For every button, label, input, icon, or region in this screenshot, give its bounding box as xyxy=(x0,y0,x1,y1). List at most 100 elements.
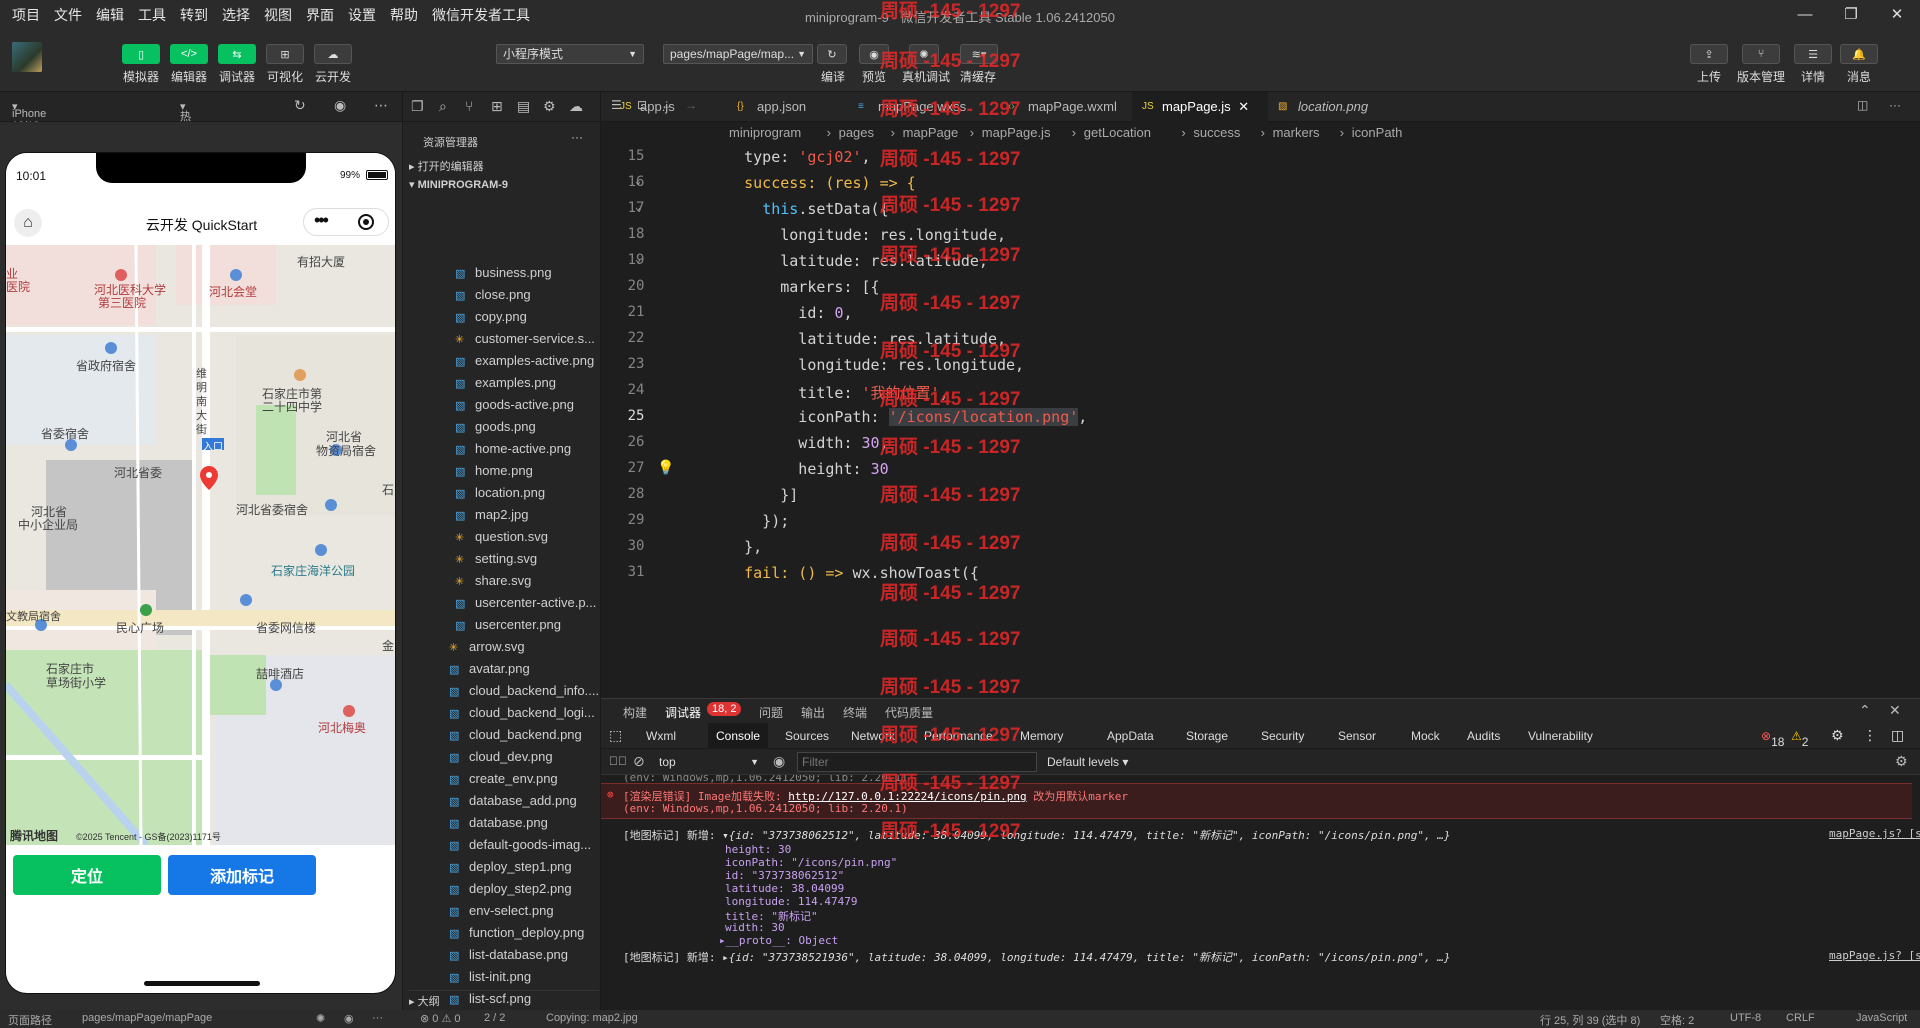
file-item[interactable]: ▧ examples-active.png xyxy=(455,350,594,372)
record-icon[interactable]: ◉ xyxy=(334,97,346,114)
file-item[interactable]: ▧ copy.png xyxy=(455,306,527,328)
more-icon[interactable]: ··· xyxy=(372,1012,383,1024)
clear-console-icon[interactable]: ⊘ xyxy=(633,753,645,770)
close-tab-icon[interactable]: ✕ xyxy=(1235,99,1249,114)
add-marker-button[interactable]: 添加标记 xyxy=(168,855,316,895)
cursor-position[interactable]: 行 25, 列 39 (选中 8) xyxy=(1540,1012,1640,1028)
close-mini-icon[interactable] xyxy=(358,214,374,230)
file-item[interactable]: ▧ examples.png xyxy=(455,372,556,394)
extensions-icon[interactable]: ⊞ xyxy=(491,98,503,115)
device-select[interactable]: iPhone 12/13 (Pro) 100% 16 ▾ xyxy=(12,100,46,168)
breadcrumb-item[interactable]: mapPage xyxy=(903,122,959,144)
menu-item[interactable]: 帮助 xyxy=(383,5,425,25)
file-item[interactable]: ▧ close.png xyxy=(455,284,531,306)
visual-button[interactable]: ⊞ xyxy=(266,44,304,64)
devtools-tab-performance[interactable]: Performance xyxy=(924,729,993,743)
hotreload-toggle[interactable]: 热重载 开 ▾ xyxy=(180,100,191,171)
remote-debug-button[interactable]: ✺ xyxy=(909,44,939,64)
object-property[interactable]: ▸__proto__: Object xyxy=(719,934,838,947)
clear-cache-button[interactable]: ≋▾ xyxy=(960,44,998,64)
context-select[interactable]: top ▼ xyxy=(653,752,763,772)
settings-icon[interactable]: ⚙ xyxy=(543,98,556,115)
cloud-func-icon[interactable]: ☁ xyxy=(569,98,583,115)
collapse-icon[interactable]: ⌃ xyxy=(1859,702,1871,719)
tab-mapPage-wxss[interactable]: ≡ mapPage.wxss xyxy=(848,92,998,122)
menu-item[interactable]: 微信开发者工具 xyxy=(425,5,537,25)
file-item[interactable]: ▧ create_env.png xyxy=(449,768,558,790)
tab-app-js[interactable]: JS app.js xyxy=(610,92,727,122)
eol[interactable]: CRLF xyxy=(1786,1012,1815,1024)
menu-item[interactable]: 文件 xyxy=(47,5,89,25)
file-item[interactable]: ▧ usercenter-active.p... xyxy=(455,592,596,614)
devtools-tab-security[interactable]: Security xyxy=(1261,729,1304,743)
page-select[interactable]: pages/mapPage/map... ▼ xyxy=(663,44,813,64)
menu-item[interactable]: 视图 xyxy=(257,5,299,25)
file-item[interactable]: ▧ list-database.png xyxy=(449,944,568,966)
breadcrumb-item[interactable]: pages xyxy=(839,122,874,144)
fold-icon[interactable]: ⌄ xyxy=(635,176,641,187)
file-item[interactable]: ▧ cloud_backend_info.... xyxy=(449,680,599,702)
breadcrumb-item[interactable]: iconPath xyxy=(1352,122,1403,144)
devtools-tab-vulnerability[interactable]: Vulnerability xyxy=(1528,729,1593,743)
menu-item[interactable]: 编辑 xyxy=(89,5,131,25)
search-icon[interactable]: ⌕ xyxy=(439,98,447,115)
sidebar-toggle-icon[interactable]: ▸⃞ xyxy=(609,754,627,768)
language-mode[interactable]: JavaScript xyxy=(1856,1012,1907,1024)
file-item[interactable]: ▧ deploy_step1.png xyxy=(449,856,572,878)
close-icon[interactable]: ✕ xyxy=(1889,702,1901,719)
tab-build[interactable]: 构建 xyxy=(623,704,647,721)
tab-code-quality[interactable]: 代码质量 xyxy=(885,704,933,721)
gear-icon[interactable]: ⚙ xyxy=(1831,727,1844,744)
cloud-button[interactable]: ☁ xyxy=(314,44,352,64)
file-item[interactable]: ✳ share.svg xyxy=(455,570,531,592)
file-item[interactable]: ▧ database.png xyxy=(449,812,548,834)
split-editor-icon[interactable]: ◫ xyxy=(1857,98,1868,112)
debugger-toggle-button[interactable]: ⇆ xyxy=(218,44,256,64)
editor-toggle-button[interactable]: </> xyxy=(170,44,208,64)
tab-mapPage-js[interactable]: JS mapPage.js ✕ xyxy=(1132,92,1268,122)
maximize-icon[interactable]: ❐ xyxy=(1828,0,1874,30)
file-item[interactable]: ▧ home-active.png xyxy=(455,438,571,460)
database-icon[interactable]: ▤ xyxy=(517,98,530,115)
devtools-tab-appdata[interactable]: AppData xyxy=(1107,729,1154,743)
version-button[interactable]: ⑂ xyxy=(1742,44,1780,64)
encoding[interactable]: UTF-8 xyxy=(1730,1012,1761,1024)
file-item[interactable]: ✳ customer-service.s... xyxy=(455,328,595,350)
close-icon[interactable]: ✕ xyxy=(1874,0,1920,30)
tab-debugger[interactable]: 调试器 xyxy=(665,704,701,721)
log-levels-select[interactable]: Default levels ▾ xyxy=(1047,755,1128,769)
file-item[interactable]: ▧ location.png xyxy=(455,482,545,504)
kebab-icon[interactable]: ⋮ xyxy=(1863,727,1877,744)
devtools-tab-wxml[interactable]: Wxml xyxy=(646,729,676,743)
file-item[interactable]: ▧ cloud_backend.png xyxy=(449,724,582,746)
tab-terminal[interactable]: 终端 xyxy=(843,704,867,721)
breadcrumb-item[interactable]: mapPage.js xyxy=(982,122,1051,144)
more-dots-icon[interactable]: ••• xyxy=(314,210,329,231)
file-item[interactable]: ▧ home.png xyxy=(455,460,533,482)
outline-section[interactable]: ▸ 大纲 xyxy=(409,990,599,1012)
compile-button[interactable]: ↻ xyxy=(817,44,847,64)
eye-icon[interactable]: ◉ xyxy=(773,753,785,770)
menu-item[interactable]: 转到 xyxy=(173,5,215,25)
project-section[interactable]: ▾ MINIPROGRAM-9 xyxy=(409,174,508,196)
more-icon[interactable]: ··· xyxy=(571,130,583,144)
log-object[interactable]: ▸{id: "373738521936", latitude: 38.04099… xyxy=(722,951,1450,964)
file-item[interactable]: ▧ cloud_dev.png xyxy=(449,746,553,768)
breadcrumb-item[interactable]: success xyxy=(1193,122,1240,144)
file-item[interactable]: ✳ question.svg xyxy=(455,526,548,548)
devtools-tab-mock[interactable]: Mock xyxy=(1411,729,1440,743)
problems-count[interactable]: ⊗ 0 ⚠ 0 xyxy=(420,1012,460,1025)
menu-item[interactable]: 设置 xyxy=(341,5,383,25)
locate-button[interactable]: 定位 xyxy=(13,855,161,895)
file-item[interactable]: ✳ setting.svg xyxy=(455,548,537,570)
file-item[interactable]: ▧ goods-active.png xyxy=(455,394,574,416)
messages-button[interactable]: 🔔 xyxy=(1840,44,1878,64)
file-item[interactable]: ▧ env-select.png xyxy=(449,900,554,922)
upload-button[interactable]: ⇪ xyxy=(1690,44,1728,64)
minimize-icon[interactable]: — xyxy=(1782,0,1828,30)
devtools-tab-console[interactable]: Console xyxy=(708,723,769,749)
breadcrumb-item[interactable]: getLocation xyxy=(1084,122,1151,144)
fold-icon[interactable]: ⌄ xyxy=(635,254,641,265)
tab-problems[interactable]: 问题 xyxy=(759,704,783,721)
devtools-tab-sensor[interactable]: Sensor xyxy=(1338,729,1376,743)
